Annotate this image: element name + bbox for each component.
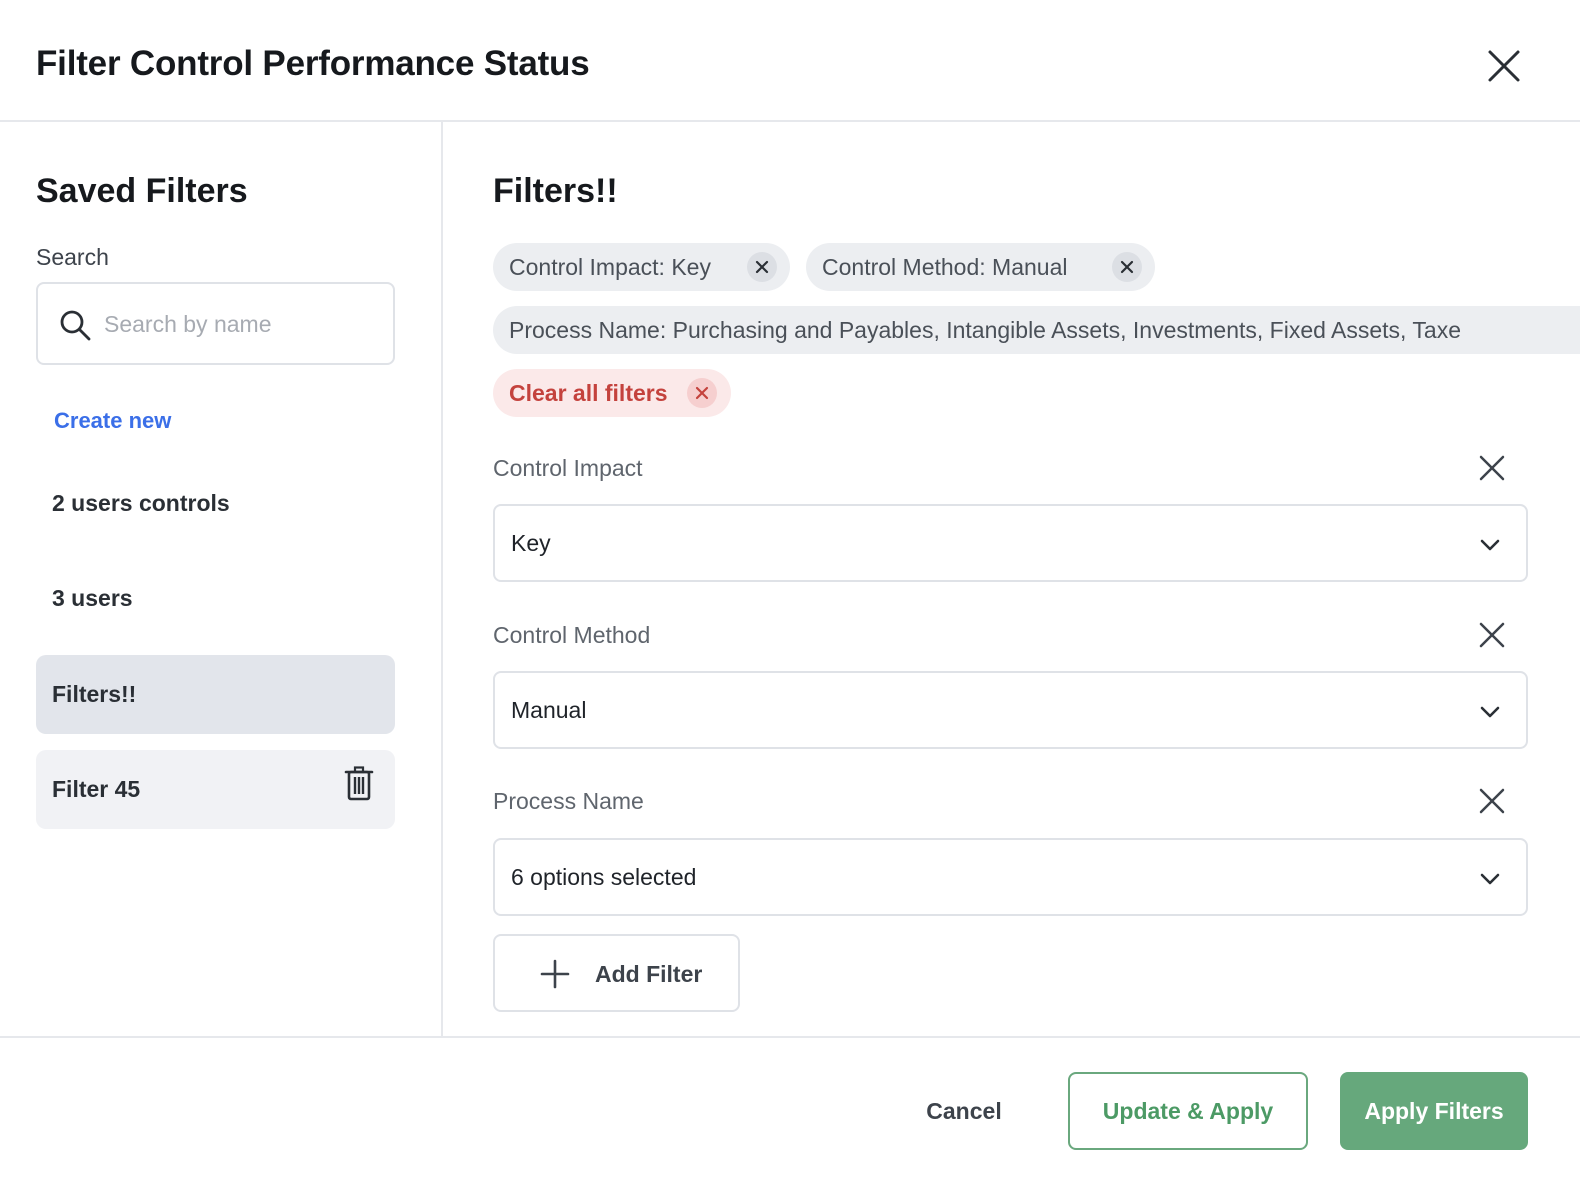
filter-chip-label: Process Name: Purchasing and Payables, I…: [509, 317, 1462, 343]
modal-header: Filter Control Performance Status: [0, 0, 1580, 122]
select-value: Key: [511, 530, 551, 556]
control-impact-select[interactable]: Key: [493, 504, 1528, 582]
filter-chip: Process Name: Purchasing and Payables, I…: [493, 306, 1580, 354]
close-icon: [1120, 260, 1134, 274]
remove-field-button[interactable]: [1476, 452, 1508, 484]
search-label: Search: [36, 244, 109, 270]
clear-all-remove[interactable]: [687, 378, 717, 408]
cancel-button[interactable]: Cancel: [910, 1072, 1018, 1150]
trash-icon[interactable]: [344, 766, 374, 802]
update-and-apply-button[interactable]: Update & Apply: [1068, 1072, 1308, 1150]
chip-remove-button[interactable]: [747, 252, 777, 282]
search-box: [36, 282, 395, 365]
add-filter-label: Add Filter: [595, 961, 703, 987]
filter-chip: Control Method: Manual: [806, 243, 1155, 291]
modal-title: Filter Control Performance Status: [36, 44, 590, 83]
remove-field-button[interactable]: [1476, 785, 1508, 817]
saved-filter-item[interactable]: Filter 45: [36, 750, 395, 829]
close-icon: [755, 260, 769, 274]
apply-filters-button[interactable]: Apply Filters: [1340, 1072, 1528, 1150]
sidebar-title: Saved Filters: [36, 172, 248, 210]
select-value: Manual: [511, 697, 587, 723]
chip-remove-button[interactable]: [1112, 252, 1142, 282]
process-name-select[interactable]: 6 options selected: [493, 838, 1528, 916]
close-icon: [1479, 455, 1505, 481]
close-icon: [1488, 50, 1520, 82]
search-input[interactable]: [104, 302, 374, 346]
modal-footer: Cancel Update & Apply Apply Filters: [0, 1036, 1580, 1182]
control-method-select[interactable]: Manual: [493, 671, 1528, 749]
saved-filter-item-selected[interactable]: Filters!!: [36, 655, 395, 734]
saved-filter-label: 2 users controls: [52, 490, 230, 516]
search-icon: [60, 310, 91, 341]
close-icon: [695, 386, 709, 400]
filter-chip: Control Impact: Key: [493, 243, 790, 291]
close-icon: [1479, 788, 1505, 814]
filter-set-title: Filters!!: [493, 172, 618, 210]
saved-filters-sidebar: Saved Filters Search Create new 2 users …: [0, 122, 443, 1036]
close-button[interactable]: [1484, 46, 1524, 86]
plus-icon: [540, 959, 570, 989]
saved-filter-item[interactable]: 3 users: [36, 559, 395, 638]
saved-filter-label: Filter 45: [52, 776, 141, 802]
saved-filter-label: Filters!!: [52, 681, 137, 707]
saved-filter-item[interactable]: 2 users controls: [36, 464, 395, 543]
clear-all-filters-button[interactable]: Clear all filters: [493, 369, 731, 417]
remove-field-button[interactable]: [1476, 619, 1508, 651]
field-label-process-name: Process Name: [493, 788, 644, 814]
close-icon: [1479, 622, 1505, 648]
saved-filter-label: 3 users: [52, 585, 133, 611]
field-label-control-impact: Control Impact: [493, 455, 643, 481]
add-filter-button[interactable]: Add Filter: [493, 934, 740, 1012]
clear-all-label: Clear all filters: [509, 380, 668, 406]
select-value: 6 options selected: [511, 864, 697, 890]
chevron-down-icon: [1480, 539, 1500, 551]
chevron-down-icon: [1480, 706, 1500, 718]
create-new-link[interactable]: Create new: [54, 408, 171, 434]
field-label-control-method: Control Method: [493, 622, 651, 648]
filters-panel: Filters!! Control Impact: Key Control Me…: [445, 122, 1580, 1036]
chevron-down-icon: [1480, 873, 1500, 885]
filter-chip-label: Control Impact: Key: [509, 254, 711, 280]
filter-chip-label: Control Method: Manual: [822, 254, 1068, 280]
